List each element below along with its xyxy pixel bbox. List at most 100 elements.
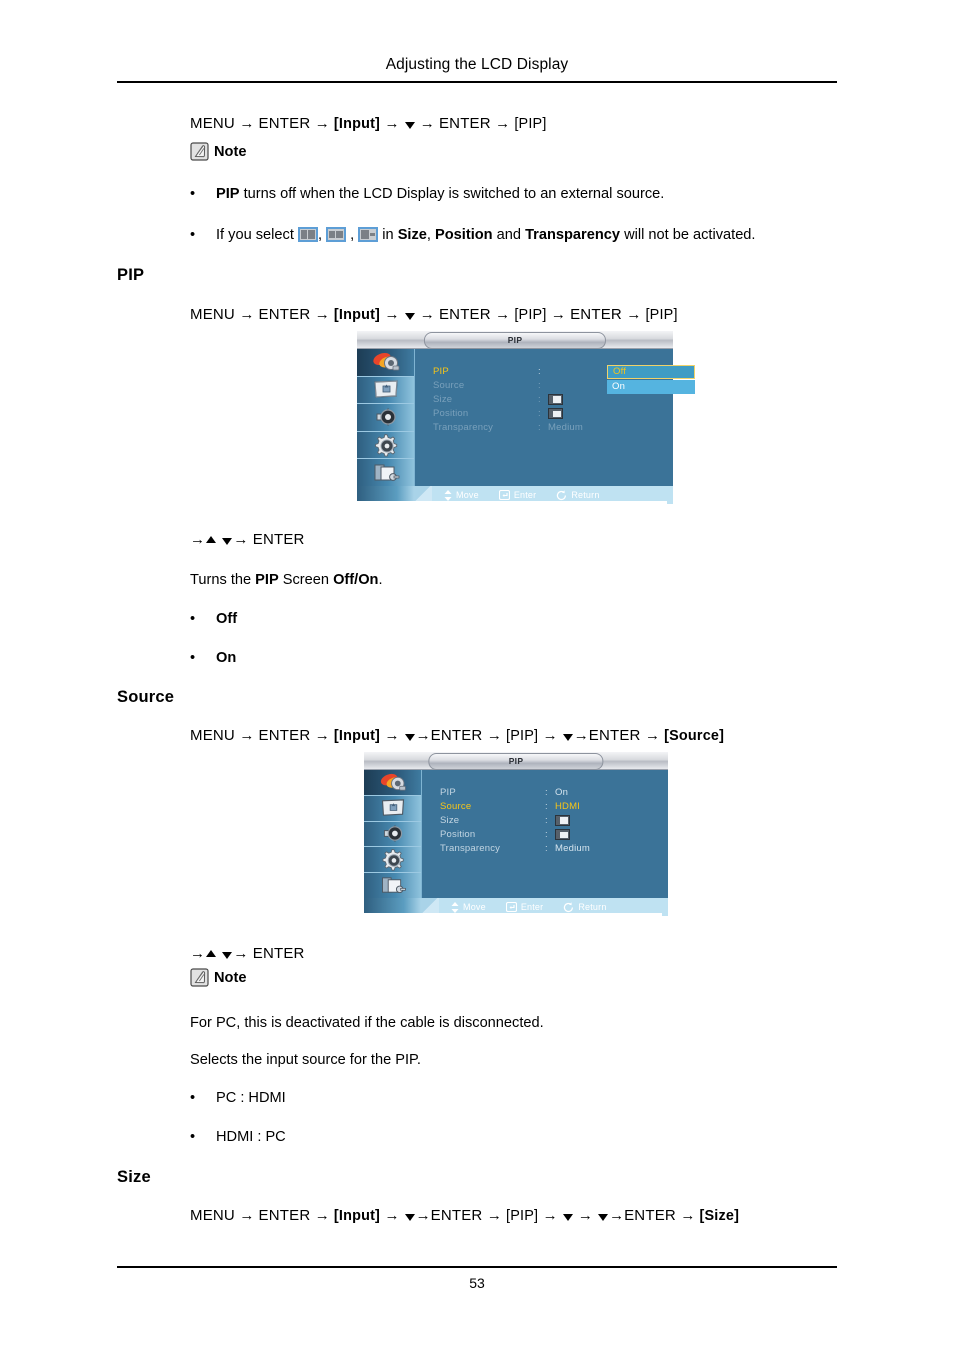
return-arrow-icon xyxy=(563,901,574,913)
osd-footer-label: Move xyxy=(456,490,479,500)
osd-sidebar-item-multi-control[interactable] xyxy=(357,459,414,486)
osd-sidebar-item-sound[interactable] xyxy=(357,404,414,432)
term-position: Position xyxy=(435,227,493,243)
osd-footer-return[interactable]: Return xyxy=(563,901,607,913)
nav-input: [Input] xyxy=(333,307,381,323)
osd-footer-enter[interactable]: Enter xyxy=(498,490,537,500)
osd-bottom-edge xyxy=(364,913,662,916)
bullet-dot: • xyxy=(190,227,196,243)
nav-enter-1: ENTER xyxy=(258,727,311,744)
osd-row-source[interactable]: Source : HDMI xyxy=(440,800,668,813)
osd-row-transparency[interactable]: Transparency : Medium xyxy=(440,842,668,855)
osd-label: Position xyxy=(433,408,469,419)
osd-colon: : xyxy=(545,829,548,840)
pip-size-value-icon xyxy=(555,815,570,826)
section-heading-source: Source xyxy=(117,688,175,706)
osd-row-position[interactable]: Position : xyxy=(433,407,673,420)
osd-value: Medium xyxy=(555,843,590,854)
osd-row-size[interactable]: Size : xyxy=(440,814,668,827)
down-arrow-icon xyxy=(222,538,233,545)
nav-enter-2: ENTER xyxy=(430,727,483,744)
bullet-bold-term: PIP xyxy=(216,186,240,202)
osd-label: Transparency xyxy=(433,422,494,433)
osd-content: PIP : Source : Size : Position : Transpa… xyxy=(415,349,695,486)
arrow-glyph: → xyxy=(415,306,439,323)
osd-footer-move[interactable]: Move xyxy=(451,901,486,913)
move-updown-icon xyxy=(444,489,452,501)
nav-path-pip: MENU → ENTER → [Input] → → ENTER → [PIP]… xyxy=(190,306,678,323)
nav-path-size: MENU → ENTER → [Input] → →ENTER → [PIP] … xyxy=(190,1207,739,1224)
nav-enter-2: ENTER xyxy=(438,306,491,323)
arrow-glyph: → xyxy=(680,1207,700,1224)
nav-enter-2: ENTER xyxy=(438,115,491,132)
osd-row-transparency[interactable]: Transparency : Medium xyxy=(433,421,673,434)
nav-enter: ENTER xyxy=(252,945,305,962)
nav-enter-3: ENTER xyxy=(588,727,641,744)
note-label: Note xyxy=(214,143,247,160)
enter-key-icon xyxy=(505,902,517,912)
osd-footer-move[interactable]: Move xyxy=(444,489,479,501)
nav-pip: [PIP] xyxy=(506,1208,539,1224)
arrow-glyph: → xyxy=(239,727,259,744)
osd-rows: PIP : Source : Size : Position : Transpa… xyxy=(433,365,695,434)
note-badge: Note xyxy=(190,968,246,987)
setup-gear-icon xyxy=(373,433,399,457)
osd-footer-enter[interactable]: Enter xyxy=(505,902,544,912)
osd-footer-label: Move xyxy=(463,902,486,912)
osd-sidebar-item-screen-adjust[interactable] xyxy=(357,377,414,405)
arrow-glyph: → xyxy=(190,531,205,548)
option-on: On xyxy=(216,650,237,666)
down-arrow-icon xyxy=(404,313,415,320)
osd-label: Source xyxy=(433,380,465,391)
source-option-hdmi-pc: HDMI : PC xyxy=(216,1129,286,1145)
nav-menu: MENU xyxy=(190,115,235,132)
page-header: Adjusting the LCD Display xyxy=(385,56,569,73)
osd-sidebar-item-sound[interactable] xyxy=(364,822,421,848)
down-arrow-icon xyxy=(222,952,233,959)
arrow-glyph: → xyxy=(550,306,571,323)
osd-label: PIP xyxy=(440,787,456,798)
osd-value: On xyxy=(555,787,569,798)
term-transparency: Transparency xyxy=(525,227,620,243)
osd-row-position[interactable]: Position : xyxy=(440,828,668,841)
osd-footer-items: Move Enter Return xyxy=(432,489,673,501)
dropdown-option-off[interactable]: Off xyxy=(607,365,695,379)
note-label: Note xyxy=(214,969,247,986)
document-page: Adjusting the LCD Display MENU → ENTER →… xyxy=(0,0,954,1350)
note-pencil-icon xyxy=(190,142,209,161)
osd-title: PIP xyxy=(423,332,607,349)
osd-screenshot-pip-dropdown: PIP PIP: Source: Size: Position: Tra… xyxy=(357,331,695,504)
osd-sidebar-item-screen-adjust[interactable] xyxy=(364,796,421,822)
osd-value: Medium xyxy=(548,422,583,433)
osd-sidebar-item-picture[interactable] xyxy=(357,349,414,377)
arrow-glyph: → xyxy=(314,115,334,132)
arrow-glyph: → xyxy=(233,945,249,962)
osd-label: Position xyxy=(440,829,476,840)
desc-bold-offon: Off/On xyxy=(333,572,379,588)
osd-colon: : xyxy=(545,787,548,798)
osd-row-pip[interactable]: PIP : On xyxy=(440,786,668,799)
osd-dropdown-pip[interactable]: Off On xyxy=(607,365,695,394)
bullet-dot: • xyxy=(190,186,196,202)
osd-row-size[interactable]: Size : xyxy=(433,393,673,406)
source-note-paragraph-1: For PC, this is deactivated if the cable… xyxy=(190,1015,544,1031)
arrow-glyph: → xyxy=(239,115,259,132)
osd-footer-label: Return xyxy=(571,490,600,500)
arrow-glyph: → xyxy=(542,727,562,744)
osd-sidebar-item-setup[interactable] xyxy=(357,432,414,460)
list-item: • Off xyxy=(190,611,237,627)
osd-footer-return[interactable]: Return xyxy=(556,489,600,501)
footer-divider xyxy=(117,1266,837,1268)
nav-menu: MENU xyxy=(190,306,235,323)
nav-enter-3: ENTER xyxy=(624,1207,676,1224)
dropdown-option-on[interactable]: On xyxy=(607,380,695,394)
osd-footer-label: Return xyxy=(578,902,607,912)
osd-sidebar-item-multi-control[interactable] xyxy=(364,873,421,898)
multi-control-icon xyxy=(379,875,407,896)
osd-sidebar-item-setup[interactable] xyxy=(364,847,421,874)
arrow-glyph: → xyxy=(495,115,515,132)
arrow-glyph: → xyxy=(384,115,404,132)
osd-label: PIP xyxy=(433,366,449,377)
osd-sidebar-item-picture[interactable] xyxy=(364,770,421,796)
pip-position-value-icon xyxy=(555,829,570,840)
